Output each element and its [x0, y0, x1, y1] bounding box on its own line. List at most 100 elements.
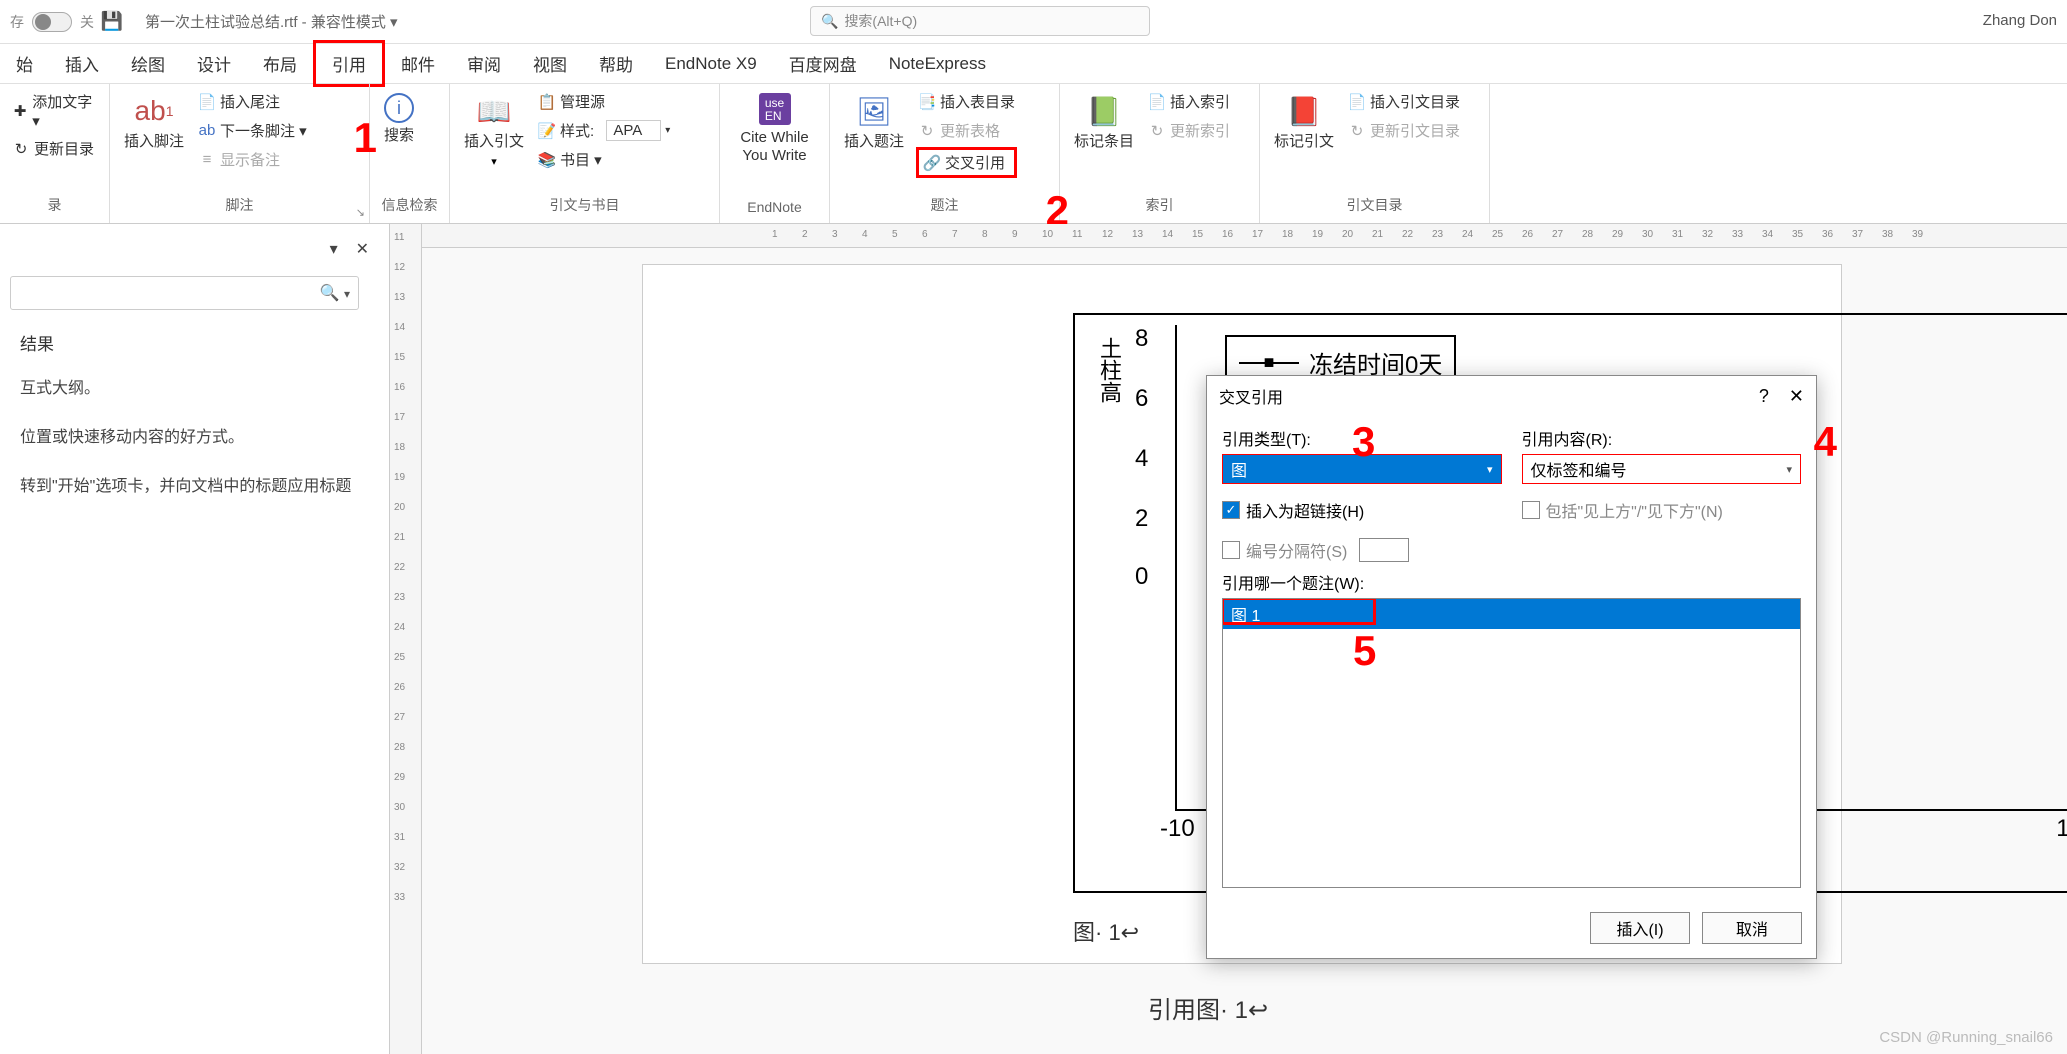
- dialog-title: 交叉引用: [1219, 384, 1283, 408]
- tab-endnote[interactable]: EndNote X9: [649, 46, 773, 82]
- dialog-close-icon[interactable]: ✕: [1789, 386, 1804, 407]
- tab-draw[interactable]: 绘图: [115, 43, 181, 84]
- plus-icon: ✚: [12, 102, 28, 120]
- crossref-icon: 🔗: [923, 154, 941, 172]
- reference-text: 引用图· 1↩: [1148, 990, 1268, 1025]
- insert-endnote-button[interactable]: 📄插入尾注: [196, 89, 309, 114]
- insert-table-figures-button[interactable]: 📑插入表目录: [916, 89, 1017, 114]
- info-icon: i: [384, 93, 414, 123]
- group-index-label: 索引: [1070, 192, 1249, 218]
- caption-listbox[interactable]: 图 1 5: [1222, 598, 1801, 888]
- group-footnote-label: 脚注: [120, 192, 359, 218]
- tab-layout[interactable]: 布局: [247, 43, 313, 84]
- upd-auth-icon: ↻: [1348, 122, 1366, 140]
- ribbon: ✚添加文字 ▾ ↻更新目录 录 ab1 插入脚注 📄插入尾注 ab下一条脚注 ▾…: [0, 84, 2067, 224]
- tab-noteexpress[interactable]: NoteExpress: [873, 46, 1002, 82]
- next-icon: ab: [198, 122, 216, 140]
- tab-mailings[interactable]: 邮件: [385, 43, 451, 84]
- vertical-ruler[interactable]: 1112131415161718192021222324252627282930…: [390, 224, 422, 1054]
- style-icon: 📝: [538, 122, 556, 140]
- bibliography-button[interactable]: 📚书目 ▾: [536, 147, 672, 172]
- tab-view[interactable]: 视图: [517, 43, 583, 84]
- list-item-fig1[interactable]: 图 1: [1223, 599, 1800, 629]
- update-authorities-button: ↻更新引文目录: [1346, 118, 1462, 143]
- tab-baidu[interactable]: 百度网盘: [773, 43, 873, 84]
- ref-content-label: 引用内容(R):: [1522, 426, 1802, 450]
- footnote-launcher-icon[interactable]: ↘: [356, 206, 365, 219]
- annotation-3: 3: [1352, 418, 1375, 466]
- ref-content-dropdown[interactable]: 仅标签和编号▾: [1522, 454, 1802, 484]
- horizontal-ruler[interactable]: 1234567891011121314151617181920212223242…: [422, 224, 2067, 248]
- separator-checkbox[interactable]: [1222, 541, 1240, 559]
- title-bar: 存 关 💾 第一次土柱试验总结.rtf - 兼容性模式 ▾ 🔍 搜索(Alt+Q…: [0, 0, 2067, 44]
- insert-authorities-button[interactable]: 📄插入引文目录: [1346, 89, 1462, 114]
- group-research: i 搜索 信息检索: [370, 84, 450, 223]
- dialog-help-icon[interactable]: ?: [1759, 386, 1769, 407]
- xtick-10: 10: [2056, 815, 2067, 843]
- tab-help[interactable]: 帮助: [583, 43, 649, 84]
- tab-references[interactable]: 引用: [313, 40, 385, 87]
- insert-button[interactable]: 插入(I): [1590, 912, 1690, 944]
- search-placeholder: 搜索(Alt+Q): [844, 11, 917, 31]
- manage-icon: 📋: [538, 93, 556, 111]
- save-icon[interactable]: 💾: [102, 12, 122, 32]
- insert-citation-button[interactable]: 📖 插入引文▾: [460, 89, 528, 172]
- tab-review[interactable]: 审阅: [451, 43, 517, 84]
- navigation-pane: ▾ ✕ 🔍 ▾ 结果 互式大纲。 位置或快速移动内容的好方式。 转到"开始"选项…: [0, 224, 390, 1054]
- group-caption: 🖼 插入题注 📑插入表目录 ↻更新表格 🔗交叉引用 题注 2: [830, 84, 1060, 223]
- show-notes-button: ≡显示备注: [196, 147, 309, 172]
- mark-citation-button[interactable]: 📕 标记引文: [1270, 89, 1338, 155]
- update-toc-button[interactable]: ↻更新目录: [10, 136, 99, 161]
- separator-label: 编号分隔符(S): [1246, 538, 1347, 562]
- hyperlink-checkbox[interactable]: ✓: [1222, 501, 1240, 519]
- watermark: CSDN @Running_snail66: [1879, 1029, 2053, 1046]
- annotation-4: 4: [1814, 418, 1837, 466]
- cite-while-write-button[interactable]: useEN Cite While You Write: [730, 89, 819, 169]
- search-box[interactable]: 🔍 搜索(Alt+Q): [810, 6, 1150, 36]
- nav-close-icon[interactable]: ✕: [356, 239, 369, 259]
- group-research-label: 信息检索: [380, 192, 439, 218]
- dialog-titlebar[interactable]: 交叉引用 ? ✕: [1207, 376, 1816, 416]
- group-citation-label: 引文与书目: [460, 192, 709, 218]
- caption-icon: 🖼: [856, 93, 892, 129]
- ytick-0: 0: [1135, 563, 1148, 591]
- group-caption-label: 题注: [840, 192, 1049, 218]
- insert-footnote-button[interactable]: ab1 插入脚注: [120, 89, 188, 155]
- cancel-button[interactable]: 取消: [1702, 912, 1802, 944]
- which-caption-label: 引用哪一个题注(W):: [1222, 570, 1801, 594]
- nav-dropdown-icon[interactable]: ▾: [330, 239, 338, 259]
- autosave-toggle[interactable]: [32, 12, 72, 32]
- refresh-icon: ↻: [12, 140, 30, 158]
- group-authorities-label: 引文目录: [1270, 192, 1479, 218]
- cross-reference-dialog: 交叉引用 ? ✕ 引用类型(T): 图▾ 3 引用内容(R): 仅标签和: [1206, 375, 1817, 959]
- ytick-2: 2: [1135, 505, 1148, 533]
- document-title: 第一次土柱试验总结.rtf - 兼容性模式 ▾: [145, 11, 398, 32]
- autosave-label: 存: [10, 12, 24, 32]
- tab-file[interactable]: 始: [0, 43, 49, 84]
- next-footnote-button[interactable]: ab下一条脚注 ▾: [196, 118, 309, 143]
- include-position-checkbox[interactable]: [1522, 501, 1540, 519]
- citation-icon: 📖: [476, 93, 512, 129]
- search-button[interactable]: i 搜索: [380, 89, 418, 149]
- tab-insert[interactable]: 插入: [49, 43, 115, 84]
- group-footnote: ab1 插入脚注 📄插入尾注 ab下一条脚注 ▾ ≡显示备注 脚注 ↘ 1: [110, 84, 370, 223]
- figure-caption: 图· 1↩: [1073, 915, 1139, 947]
- user-name[interactable]: Zhang Don: [1983, 12, 2057, 29]
- insert-caption-button[interactable]: 🖼 插入题注: [840, 89, 908, 155]
- update-table-button: ↻更新表格: [916, 118, 1017, 143]
- style-dropdown[interactable]: 📝样式: APA▾: [536, 118, 672, 143]
- group-citation: 📖 插入引文▾ 📋管理源 📝样式: APA▾ 📚书目 ▾ 引文与书目: [450, 84, 720, 223]
- separator-input[interactable]: [1359, 538, 1409, 562]
- update-table-icon: ↻: [918, 122, 936, 140]
- mark-entry-button[interactable]: 📗 标记条目: [1070, 89, 1138, 155]
- nav-result-label: 结果: [20, 330, 369, 355]
- add-text-button[interactable]: ✚添加文字 ▾: [10, 89, 99, 132]
- tab-design[interactable]: 设计: [181, 43, 247, 84]
- insert-index-button[interactable]: 📄插入索引: [1146, 89, 1232, 114]
- mark-cit-icon: 📕: [1286, 93, 1322, 129]
- manage-sources-button[interactable]: 📋管理源: [536, 89, 672, 114]
- chevron-down-icon: ▾: [1487, 463, 1493, 476]
- cross-reference-button[interactable]: 🔗交叉引用: [916, 147, 1017, 178]
- nav-search-input[interactable]: 🔍 ▾: [10, 276, 359, 310]
- chevron-down-icon: ▾: [1786, 463, 1792, 476]
